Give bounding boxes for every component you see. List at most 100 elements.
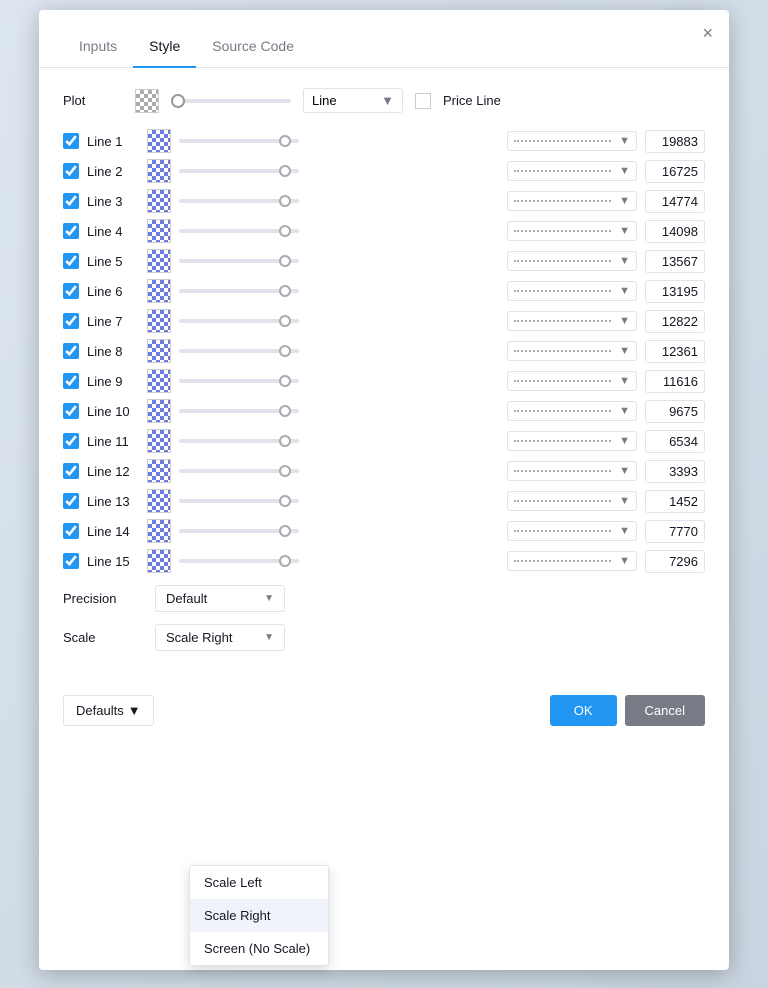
line-row: Line 2 ▼ — [63, 159, 705, 183]
line-checkbox-4[interactable] — [63, 223, 79, 239]
line-style-select-9[interactable]: ▼ — [507, 371, 637, 391]
line-value-input-10[interactable] — [645, 400, 705, 423]
line-checkbox-5[interactable] — [63, 253, 79, 269]
line-checkbox-9[interactable] — [63, 373, 79, 389]
line-value-input-13[interactable] — [645, 490, 705, 513]
line-checkbox-1[interactable] — [63, 133, 79, 149]
ok-button[interactable]: OK — [550, 695, 617, 726]
line-slider-7[interactable] — [179, 319, 499, 323]
line-row: Line 14 ▼ — [63, 519, 705, 543]
line-slider-14[interactable] — [179, 529, 499, 533]
line-swatch-12[interactable] — [147, 459, 171, 483]
line-style-select-2[interactable]: ▼ — [507, 161, 637, 181]
line-checkbox-7[interactable] — [63, 313, 79, 329]
line-value-input-1[interactable] — [645, 130, 705, 153]
tab-inputs[interactable]: Inputs — [63, 26, 133, 68]
line-swatch-10[interactable] — [147, 399, 171, 423]
line-checkbox-13[interactable] — [63, 493, 79, 509]
line-value-input-9[interactable] — [645, 370, 705, 393]
line-swatch-9[interactable] — [147, 369, 171, 393]
line-swatch-11[interactable] — [147, 429, 171, 453]
line-swatch-15[interactable] — [147, 549, 171, 573]
line-swatch-5[interactable] — [147, 249, 171, 273]
line-style-select-8[interactable]: ▼ — [507, 341, 637, 361]
line-style-select-12[interactable]: ▼ — [507, 461, 637, 481]
line-style-select-15[interactable]: ▼ — [507, 551, 637, 571]
line-checkbox-2[interactable] — [63, 163, 79, 179]
plot-opacity-slider[interactable] — [171, 99, 291, 103]
line-checkbox-14[interactable] — [63, 523, 79, 539]
line-slider-3[interactable] — [179, 199, 499, 203]
line-value-input-3[interactable] — [645, 190, 705, 213]
line-slider-15[interactable] — [179, 559, 499, 563]
precision-dropdown[interactable]: Default ▼ — [155, 585, 285, 612]
line-value-input-11[interactable] — [645, 430, 705, 453]
line-checkbox-15[interactable] — [63, 553, 79, 569]
plot-line-type-select[interactable]: Line ▼ — [303, 88, 403, 113]
line-value-input-4[interactable] — [645, 220, 705, 243]
cancel-button[interactable]: Cancel — [625, 695, 705, 726]
line-value-input-2[interactable] — [645, 160, 705, 183]
line-slider-4[interactable] — [179, 229, 499, 233]
plot-color-swatch[interactable] — [135, 89, 159, 113]
line-slider-8[interactable] — [179, 349, 499, 353]
line-swatch-3[interactable] — [147, 189, 171, 213]
scale-option-left[interactable]: Scale Left — [190, 866, 328, 899]
line-value-input-15[interactable] — [645, 550, 705, 573]
line-slider-11[interactable] — [179, 439, 499, 443]
line-swatch-2[interactable] — [147, 159, 171, 183]
line-swatch-13[interactable] — [147, 489, 171, 513]
line-checkbox-8[interactable] — [63, 343, 79, 359]
line-style-select-3[interactable]: ▼ — [507, 191, 637, 211]
price-line-checkbox[interactable] — [415, 93, 431, 109]
line-slider-13[interactable] — [179, 499, 499, 503]
line-swatch-8[interactable] — [147, 339, 171, 363]
line-value-input-7[interactable] — [645, 310, 705, 333]
close-button[interactable]: × — [702, 24, 713, 42]
line-slider-6[interactable] — [179, 289, 499, 293]
line-checkbox-10[interactable] — [63, 403, 79, 419]
line-style-select-4[interactable]: ▼ — [507, 221, 637, 241]
line-swatch-6[interactable] — [147, 279, 171, 303]
line-row: Line 6 ▼ — [63, 279, 705, 303]
line-name-1: Line 1 — [87, 134, 139, 149]
plot-line-type-label: Line — [312, 93, 337, 108]
line-value-input-12[interactable] — [645, 460, 705, 483]
defaults-button[interactable]: Defaults ▼ — [63, 695, 154, 726]
line-checkbox-6[interactable] — [63, 283, 79, 299]
line-style-select-11[interactable]: ▼ — [507, 431, 637, 451]
line-style-select-7[interactable]: ▼ — [507, 311, 637, 331]
line-style-select-1[interactable]: ▼ — [507, 131, 637, 151]
line-type-arrow-icon: ▼ — [381, 93, 394, 108]
tab-source-code[interactable]: Source Code — [196, 26, 310, 68]
line-style-select-10[interactable]: ▼ — [507, 401, 637, 421]
line-swatch-14[interactable] — [147, 519, 171, 543]
line-style-select-5[interactable]: ▼ — [507, 251, 637, 271]
line-slider-9[interactable] — [179, 379, 499, 383]
price-line-label: Price Line — [443, 93, 501, 108]
line-slider-5[interactable] — [179, 259, 499, 263]
line-value-input-8[interactable] — [645, 340, 705, 363]
line-slider-12[interactable] — [179, 469, 499, 473]
line-value-input-6[interactable] — [645, 280, 705, 303]
line-checkbox-11[interactable] — [63, 433, 79, 449]
line-row: Line 7 ▼ — [63, 309, 705, 333]
line-slider-10[interactable] — [179, 409, 499, 413]
modal-header: Inputs Style Source Code × — [39, 10, 729, 68]
scale-option-no-scale[interactable]: Screen (No Scale) — [190, 932, 328, 965]
line-swatch-7[interactable] — [147, 309, 171, 333]
line-slider-1[interactable] — [179, 139, 499, 143]
tab-style[interactable]: Style — [133, 26, 196, 68]
line-checkbox-12[interactable] — [63, 463, 79, 479]
line-style-select-6[interactable]: ▼ — [507, 281, 637, 301]
line-checkbox-3[interactable] — [63, 193, 79, 209]
line-swatch-1[interactable] — [147, 129, 171, 153]
line-style-select-14[interactable]: ▼ — [507, 521, 637, 541]
line-swatch-4[interactable] — [147, 219, 171, 243]
line-value-input-5[interactable] — [645, 250, 705, 273]
scale-dropdown[interactable]: Scale Right ▼ — [155, 624, 285, 651]
line-slider-2[interactable] — [179, 169, 499, 173]
line-style-select-13[interactable]: ▼ — [507, 491, 637, 511]
scale-option-right[interactable]: Scale Right — [190, 899, 328, 932]
line-value-input-14[interactable] — [645, 520, 705, 543]
